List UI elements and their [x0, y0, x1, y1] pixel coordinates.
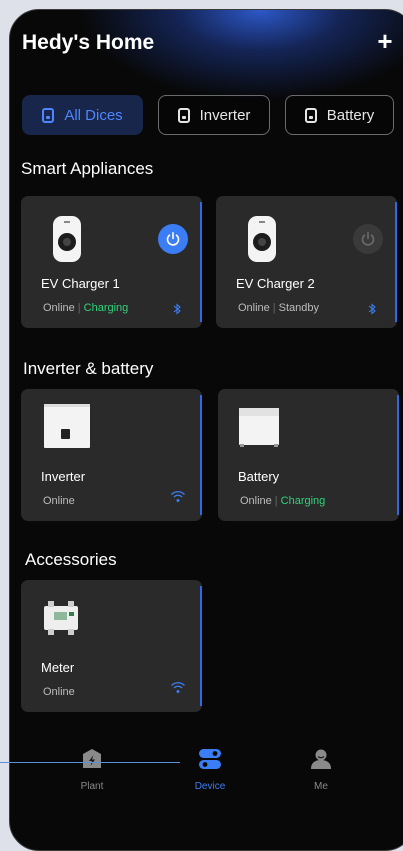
device-icon: [177, 107, 190, 123]
status-separator: |: [77, 302, 81, 314]
wifi-icon: [171, 491, 185, 502]
bluetooth-icon: [173, 303, 181, 315]
status-separator: |: [274, 495, 278, 507]
online-status: Online: [43, 302, 75, 314]
meter-image: [44, 601, 78, 635]
device-name: EV Charger 1: [41, 276, 120, 291]
bluetooth-icon: [368, 303, 376, 315]
tab-all-devices[interactable]: All Dices: [22, 95, 143, 135]
device-icon: [42, 107, 55, 123]
power-toggle-button[interactable]: [158, 224, 188, 254]
device-status: Online: [43, 686, 75, 698]
battery-image: [239, 408, 279, 447]
charge-state: Standby: [278, 302, 320, 314]
device-card-meter[interactable]: Meter Online: [21, 580, 202, 712]
add-device-button[interactable]: +: [374, 28, 396, 54]
device-name: Battery: [238, 469, 280, 484]
me-icon: [311, 749, 331, 769]
nav-device[interactable]: Device: [180, 748, 240, 792]
online-status: Online: [43, 686, 75, 698]
device-card-battery[interactable]: Battery Online | Charging: [218, 389, 399, 521]
card-edge: [397, 395, 399, 515]
online-status: Online: [238, 302, 270, 314]
nav-me[interactable]: Me: [291, 748, 351, 792]
online-status: Online: [240, 495, 272, 507]
tab-label: Battery: [326, 106, 375, 124]
status-separator: |: [272, 302, 276, 314]
wifi-icon: [171, 682, 185, 693]
plant-icon: [83, 749, 101, 768]
phone-screen: Hedy's Home + All Dices Inverter Battery…: [9, 9, 403, 851]
nav-indicator-line: [0, 762, 180, 763]
device-card-ev-charger-1[interactable]: EV Charger 1 Online | Charging: [21, 196, 202, 328]
nav-label: Me: [314, 781, 328, 792]
nav-label: Plant: [80, 781, 104, 792]
device-status: Online | Standby: [238, 302, 319, 314]
section-title-accessories: Accessories: [25, 550, 117, 569]
ev-charger-image: [248, 216, 276, 262]
tab-label: Inverter: [199, 106, 251, 124]
nav-label: Device: [194, 781, 226, 792]
card-edge: [395, 202, 397, 322]
device-icon: [199, 749, 221, 769]
card-edge: [200, 202, 202, 322]
power-icon: [361, 231, 375, 246]
device-name: Inverter: [41, 469, 86, 484]
inverter-image: [44, 404, 90, 448]
ev-charger-image: [53, 216, 81, 262]
tab-label: All Dices: [64, 106, 123, 124]
card-edge: [200, 395, 202, 515]
nav-plant[interactable]: Plant: [62, 748, 122, 792]
device-card-inverter[interactable]: Inverter Online: [21, 389, 202, 521]
device-card-ev-charger-2[interactable]: EV Charger 2 Online | Standby: [216, 196, 397, 328]
device-status: Online | Charging: [240, 495, 325, 507]
card-edge: [200, 586, 202, 706]
device-icon: [304, 107, 317, 123]
section-title-inverter-battery: Inverter & battery: [23, 359, 154, 378]
page-title: Hedy's Home: [22, 31, 155, 54]
online-status: Online: [43, 495, 75, 507]
device-name: EV Charger 2: [236, 276, 315, 291]
tab-inverter[interactable]: Inverter: [158, 95, 270, 135]
charge-state: Charging: [83, 302, 129, 314]
device-name: Meter: [41, 660, 75, 675]
device-status: Online: [43, 495, 75, 507]
power-icon: [166, 231, 180, 246]
section-title-smart-appliances: Smart Appliances: [21, 159, 154, 178]
power-toggle-button[interactable]: [353, 224, 383, 254]
device-status: Online | Charging: [43, 302, 128, 314]
tab-battery[interactable]: Battery: [285, 95, 394, 135]
charge-state: Charging: [280, 495, 326, 507]
